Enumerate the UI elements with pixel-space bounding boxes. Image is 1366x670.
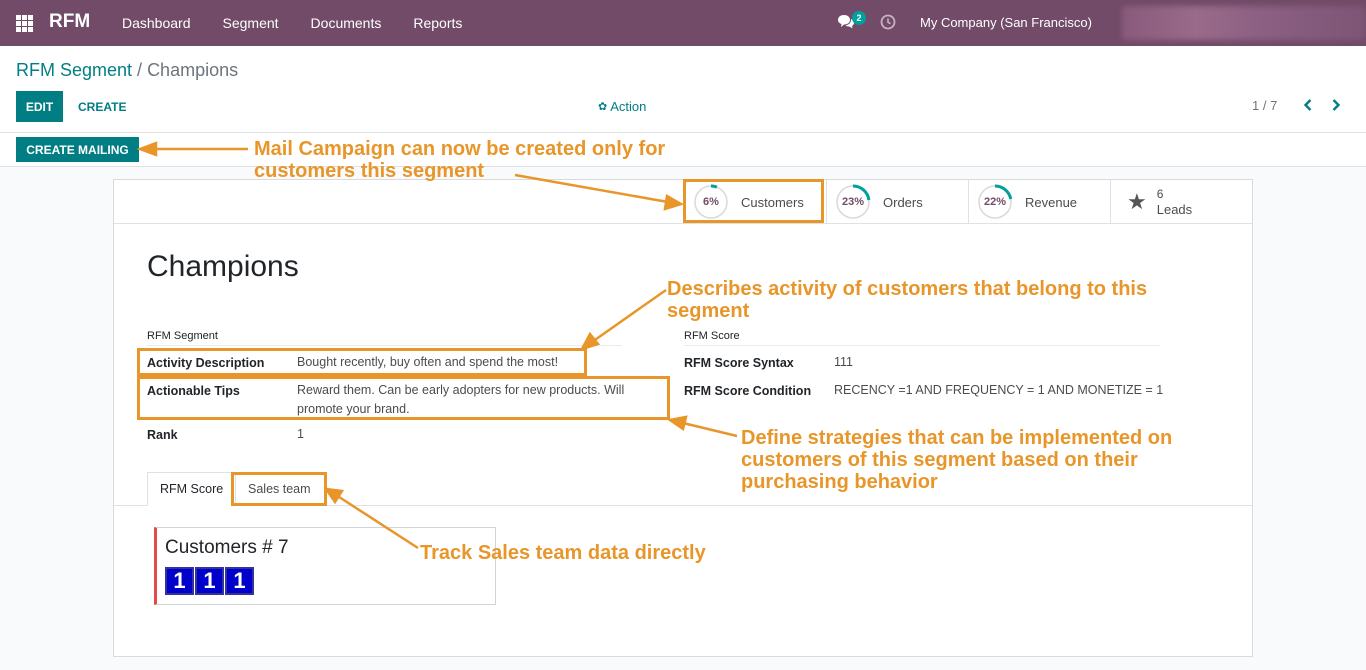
rank-value: 1 <box>297 427 304 441</box>
clock-icon[interactable] <box>880 14 896 30</box>
rfm-score-syntax-value: 111 <box>834 355 854 369</box>
leads-count: 6 <box>1156 187 1164 201</box>
menu-documents[interactable]: Documents <box>295 0 398 46</box>
pager-value[interactable]: 1 / 7 <box>1252 98 1277 113</box>
orders-progress-ring: 23% <box>835 184 871 220</box>
group-title-rfm-score: RFM Score <box>684 330 740 342</box>
leads-stat-button[interactable]: ★ 6 Leads <box>1110 180 1252 224</box>
menu-reports[interactable]: Reports <box>397 0 478 46</box>
rfm-score-condition-value: RECENCY =1 AND FREQUENCY = 1 AND MONETIZ… <box>834 383 1164 397</box>
leads-label: Leads <box>1156 202 1193 217</box>
leads-text: 6 Leads <box>1157 187 1192 217</box>
main-menu: Dashboard Segment Documents Reports <box>106 0 478 46</box>
record-title: Champions <box>147 250 299 283</box>
orders-stat-button[interactable]: 23% Orders <box>826 180 968 224</box>
create-button[interactable]: CREATE <box>70 91 134 122</box>
breadcrumb-current: Champions <box>147 60 239 80</box>
tab-rfm-score[interactable]: RFM Score <box>147 472 237 506</box>
menu-dashboard[interactable]: Dashboard <box>106 0 207 46</box>
annotation-activity: Describes activity of customers that bel… <box>667 278 1148 322</box>
score-recency: 1 <box>165 567 194 595</box>
create-mailing-button[interactable]: CREATE MAILING <box>16 137 139 162</box>
revenue-label: Revenue <box>1025 194 1078 210</box>
annotation-sales-team: Track Sales team data directly <box>420 542 706 564</box>
group-title-rfm-segment: RFM Segment <box>147 330 218 342</box>
company-switcher[interactable]: My Company (San Francisco) <box>920 15 1092 30</box>
score-monetary: 1 <box>225 567 254 595</box>
annotation-mailing: Mail Campaign can now be created only fo… <box>254 138 666 182</box>
edit-button[interactable]: EDIT <box>16 91 63 122</box>
customers-kanban-card[interactable]: Customers # 7 1 1 1 <box>154 527 496 605</box>
revenue-percent: 22% <box>983 196 1007 208</box>
chevron-left-icon[interactable] <box>1300 96 1316 114</box>
group-divider <box>147 345 622 346</box>
group-divider <box>684 345 1160 346</box>
annotation-tips: Define strategies that can be implemente… <box>741 427 1173 493</box>
top-navbar: RFM Dashboard Segment Documents Reports … <box>0 0 1366 46</box>
gear-icon: ✿ <box>598 101 608 113</box>
score-frequency: 1 <box>195 567 224 595</box>
revenue-stat-button[interactable]: 22% Revenue <box>968 180 1110 224</box>
control-panel: RFM Segment / Champions EDIT CREATE ✿ Ac… <box>0 46 1366 133</box>
score-boxes: 1 1 1 <box>165 567 254 595</box>
orders-percent: 23% <box>841 196 865 208</box>
action-label: Action <box>610 99 647 114</box>
star-icon: ★ <box>1127 189 1147 214</box>
user-menu-blurred[interactable] <box>1122 6 1366 40</box>
orders-label: Orders <box>883 194 923 210</box>
app-brand[interactable]: RFM <box>49 11 90 33</box>
revenue-progress-ring: 22% <box>977 184 1013 220</box>
highlight-customers <box>683 179 824 223</box>
breadcrumb-parent[interactable]: RFM Segment <box>16 60 132 80</box>
highlight-activity-description <box>137 348 587 376</box>
highlight-actionable-tips <box>137 376 670 420</box>
rfm-score-syntax-label: RFM Score Syntax <box>684 356 794 370</box>
chevron-right-icon[interactable] <box>1328 96 1344 114</box>
apps-grid-icon[interactable] <box>16 15 33 32</box>
rank-label: Rank <box>147 428 178 442</box>
menu-segment[interactable]: Segment <box>207 0 295 46</box>
breadcrumb-separator: / <box>132 60 148 80</box>
action-menu[interactable]: ✿ Action <box>598 99 646 114</box>
breadcrumb: RFM Segment / Champions <box>16 60 238 81</box>
rfm-score-condition-label: RFM Score Condition <box>684 384 812 398</box>
kanban-card-title: Customers # 7 <box>165 537 289 558</box>
chat-badge: 2 <box>852 11 866 25</box>
highlight-sales-team-tab <box>231 472 327 506</box>
